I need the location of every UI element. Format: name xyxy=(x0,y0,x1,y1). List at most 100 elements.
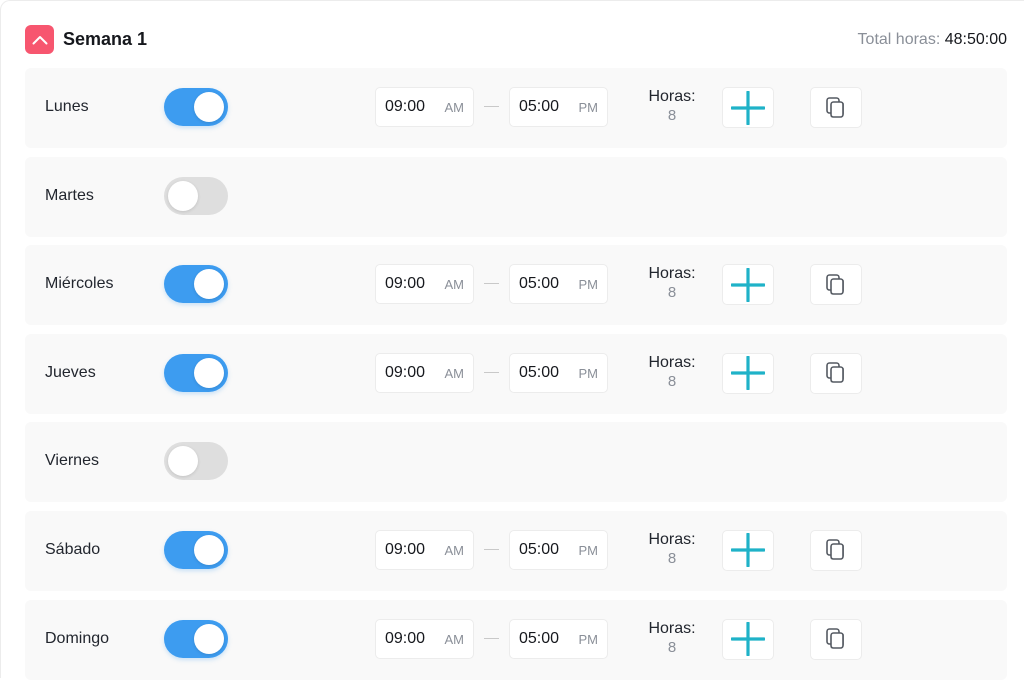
copy-day-button[interactable] xyxy=(810,352,862,394)
toggle-knob xyxy=(194,534,224,565)
start-time-period: AM xyxy=(444,277,465,293)
toggle-knob xyxy=(168,446,198,477)
day-row-lunes: Lunes 09:00 AM 05:00 PM Horas: 8 xyxy=(25,68,1007,148)
day-label: Martes xyxy=(45,186,94,204)
chevron-up-icon xyxy=(32,35,47,44)
plus-icon xyxy=(731,356,765,391)
end-time-value: 05:00 xyxy=(519,275,560,293)
day-label: Domingo xyxy=(45,629,110,647)
start-time-period: AM xyxy=(444,365,465,381)
start-time-input[interactable]: 09:00 AM xyxy=(375,618,474,659)
week-title: Semana 1 xyxy=(63,29,148,49)
end-time-value: 05:00 xyxy=(519,98,560,115)
copy-icon xyxy=(826,96,844,118)
hours-value: 8 xyxy=(667,107,677,124)
toggle-knob xyxy=(168,180,198,211)
start-time-period: AM xyxy=(444,631,465,647)
start-time-input[interactable]: 09:00 AM xyxy=(375,529,474,570)
add-time-button[interactable] xyxy=(722,529,774,571)
start-time-value: 09:00 xyxy=(385,363,426,381)
day-rows: Lunes 09:00 AM 05:00 PM Horas: 8 Martes … xyxy=(25,68,1007,688)
start-time-value: 09:00 xyxy=(385,540,426,558)
end-time-input[interactable]: 05:00 PM xyxy=(509,618,608,659)
hours-value: 8 xyxy=(667,372,677,390)
toggle-knob xyxy=(194,269,224,300)
plus-icon xyxy=(731,533,765,568)
hours-summary: Horas: 8 xyxy=(635,265,709,303)
plus-icon xyxy=(731,622,765,657)
end-time-period: PM xyxy=(578,365,599,381)
hours-summary: Horas: 8 xyxy=(635,531,709,569)
copy-day-button[interactable] xyxy=(810,529,862,571)
start-time-value: 09:00 xyxy=(385,629,426,647)
time-separator xyxy=(484,106,499,107)
end-time-input[interactable]: 05:00 PM xyxy=(509,529,608,570)
time-separator xyxy=(484,637,499,639)
hours-value: 8 xyxy=(667,549,677,567)
start-time-period: AM xyxy=(444,100,465,115)
total-hours-value: 48:50:00 xyxy=(944,31,1007,48)
add-time-button[interactable] xyxy=(722,618,774,660)
add-time-button[interactable] xyxy=(722,352,774,394)
add-time-button[interactable] xyxy=(722,87,774,128)
end-time-input[interactable]: 05:00 PM xyxy=(509,87,608,127)
copy-day-button[interactable] xyxy=(810,264,862,306)
copy-icon xyxy=(826,362,844,384)
end-time-input[interactable]: 05:00 PM xyxy=(509,264,608,305)
day-row-jueves: Jueves 09:00 AM 05:00 PM Horas: 8 xyxy=(25,333,1007,414)
collapse-week-button[interactable] xyxy=(25,25,54,54)
day-toggle-domingo[interactable] xyxy=(164,619,228,658)
start-time-value: 09:00 xyxy=(385,98,426,115)
hours-label: Horas: xyxy=(648,265,696,283)
day-row-martes: Martes xyxy=(25,156,1007,237)
hours-value: 8 xyxy=(667,284,677,302)
time-separator xyxy=(484,283,499,285)
end-time-period: PM xyxy=(578,542,599,558)
hours-label: Horas: xyxy=(648,530,696,548)
hours-summary: Horas: 8 xyxy=(635,354,709,392)
end-time-input[interactable]: 05:00 PM xyxy=(509,352,608,393)
time-separator xyxy=(484,371,499,373)
copy-day-button[interactable] xyxy=(810,87,862,128)
start-time-input[interactable]: 09:00 AM xyxy=(375,352,474,393)
day-label: Viernes xyxy=(45,452,99,470)
day-toggle-jueves[interactable] xyxy=(164,353,228,392)
copy-day-button[interactable] xyxy=(810,618,862,660)
copy-icon xyxy=(826,628,844,649)
day-toggle-lunes[interactable] xyxy=(164,88,228,126)
day-toggle-miercoles[interactable] xyxy=(164,265,228,304)
day-row-miercoles: Miércoles 09:00 AM 05:00 PM Horas: 8 xyxy=(25,245,1007,326)
day-toggle-sabado[interactable] xyxy=(164,530,228,569)
total-hours-label: Total horas: xyxy=(857,31,941,48)
end-time-period: PM xyxy=(578,631,599,647)
time-separator xyxy=(484,548,499,550)
plus-icon xyxy=(731,90,765,125)
week-panel: Semana 1 Total horas: 48:50:00 Lunes 09:… xyxy=(0,0,1024,680)
end-time-value: 05:00 xyxy=(519,629,560,647)
day-row-viernes: Viernes xyxy=(25,422,1007,503)
hours-label: Horas: xyxy=(648,353,696,371)
total-hours: Total horas: 48:50:00 xyxy=(858,31,1007,49)
start-time-input[interactable]: 09:00 AM xyxy=(375,264,474,305)
day-label: Lunes xyxy=(45,98,89,115)
day-label: Jueves xyxy=(45,363,96,381)
start-time-input[interactable]: 09:00 AM xyxy=(375,87,474,127)
toggle-knob xyxy=(194,623,224,654)
start-time-value: 09:00 xyxy=(385,275,426,293)
week-header: Semana 1 Total horas: 48:50:00 xyxy=(25,25,1007,55)
hours-label: Horas: xyxy=(648,619,696,637)
start-time-period: AM xyxy=(444,542,465,558)
day-toggle-viernes[interactable] xyxy=(164,442,228,481)
add-time-button[interactable] xyxy=(722,264,774,306)
day-row-sabado: Sábado 09:00 AM 05:00 PM Horas: 8 xyxy=(25,510,1007,591)
day-label: Sábado xyxy=(45,540,101,558)
end-time-period: PM xyxy=(578,100,599,115)
day-row-domingo: Domingo 09:00 AM 05:00 PM Horas: 8 xyxy=(25,599,1007,680)
plus-icon xyxy=(731,267,765,302)
copy-icon xyxy=(826,273,844,295)
copy-icon xyxy=(826,539,844,561)
end-time-value: 05:00 xyxy=(519,363,560,381)
toggle-knob xyxy=(194,92,224,122)
toggle-knob xyxy=(194,357,224,388)
day-toggle-martes[interactable] xyxy=(164,176,228,215)
